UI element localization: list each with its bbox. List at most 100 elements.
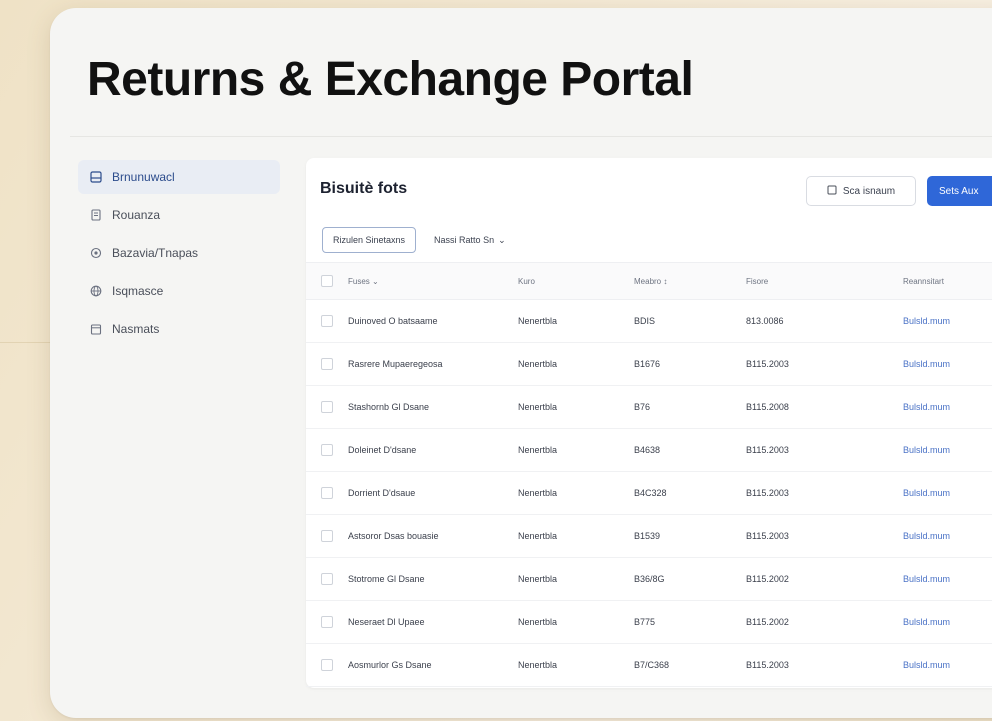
row-checkbox-cell[interactable] [306, 487, 348, 499]
chevron-down-icon: ⌄ [498, 234, 506, 245]
cell-status: Nenertbla [518, 445, 558, 455]
cell-action[interactable]: Bulsld.mum [903, 531, 992, 541]
header-name[interactable]: Fuses ⌄ [348, 277, 518, 286]
header-price[interactable]: Fisore [746, 277, 903, 286]
row-checkbox-cell[interactable] [306, 444, 348, 456]
row-checkbox[interactable] [321, 530, 333, 542]
sidebar-item-label: Isqmasce [112, 284, 164, 298]
row-checkbox-cell[interactable] [306, 358, 348, 370]
row-checkbox[interactable] [321, 616, 333, 628]
primary-button[interactable]: Sets Aux [927, 176, 992, 206]
cell-customer: Astsoror Dsas bouasie [348, 531, 439, 541]
cell-action[interactable]: Bulsld.mum [903, 617, 992, 627]
table-row[interactable]: Aosmurlor Gs Dsane Nenertbla B7/C368 B115.2… [306, 644, 992, 687]
cell-price: B115.2003 [746, 660, 789, 670]
cell-action[interactable]: Bulsld.mum [903, 359, 992, 369]
tab-0[interactable]: Rizulen Sinetaxns [322, 227, 417, 253]
table-row[interactable]: Rasrere Mupaeregeosa Nenertbla B1676 B115.2… [306, 343, 992, 386]
cell-customer: Neseraet Dl Upaee [348, 617, 425, 627]
filter-tabs: Rizulen Sinetaxns Nassi Ratto Sn ⌄ [322, 227, 516, 253]
sidebar-item-2[interactable]: Bazavia/Tnapas [78, 236, 280, 270]
row-checkbox[interactable] [321, 573, 333, 585]
secondary-button-label: Sca isnaum [842, 185, 896, 197]
cell-action[interactable]: Bulsld.mum [903, 402, 992, 412]
cell-status: Nenertbla [518, 359, 558, 369]
table-row[interactable]: Doleinet D'dsane Nenertbla B4638 B115.2003 B… [306, 429, 992, 472]
square-icon [827, 185, 837, 198]
tab-1[interactable]: Nassi Ratto Sn ⌄ [424, 227, 516, 253]
app-window: Returns & Exchange Portal Brnunuwacl Rou… [50, 8, 992, 718]
sidebar-item-3[interactable]: Isqmasce [78, 274, 280, 308]
row-checkbox[interactable] [321, 444, 333, 456]
sidebar-item-1[interactable]: Rouanza [78, 198, 280, 232]
table-row[interactable]: Astsoror Dsas bouasie Nenertbla B1539 B115.… [306, 515, 992, 558]
cell-amount: B4638 [634, 445, 661, 455]
calendar-icon [90, 323, 102, 335]
row-checkbox-cell[interactable] [306, 315, 348, 327]
cell-price: B115.2002 [746, 617, 789, 627]
table-row[interactable]: Dorrient D'dsaue Nenertbla B4C328 B115.2003… [306, 472, 992, 515]
sidebar-item-label: Rouanza [112, 208, 161, 222]
cell-status: Nenertbla [518, 660, 558, 670]
cell-amount: B1539 [634, 531, 661, 541]
cell-action[interactable]: Bulsld.mum [903, 488, 992, 498]
table-row[interactable]: Stashornb Gl Dsane Nenertbla B76 B115.2008 B… [306, 386, 992, 429]
row-checkbox-cell[interactable] [306, 530, 348, 542]
cell-amount: B7/C368 [634, 660, 670, 670]
row-checkbox[interactable] [321, 659, 333, 671]
cell-customer: Doleinet D'dsane [348, 445, 417, 455]
select-all-checkbox[interactable] [321, 275, 333, 287]
cell-action[interactable]: Bulsld.mum [903, 574, 992, 584]
header-action[interactable]: Reannsitart [903, 277, 992, 286]
document-icon [90, 209, 102, 221]
cell-action[interactable]: Bulsld.mum [903, 445, 992, 455]
row-checkbox-cell[interactable] [306, 659, 348, 671]
row-checkbox[interactable] [321, 401, 333, 413]
row-checkbox[interactable] [321, 315, 333, 327]
cell-customer: Aosmurlor Gs Dsane [348, 660, 432, 670]
cell-customer: Stotrome Gl Dsane [348, 574, 425, 584]
secondary-button[interactable]: Sca isnaum [806, 176, 916, 206]
table-row[interactable]: Stotrome Gl Dsane Nenertbla B36/8G B115.200… [306, 558, 992, 601]
row-checkbox-cell[interactable] [306, 573, 348, 585]
panel-title: Bisuitè fots [320, 180, 408, 197]
cell-amount: BDIS [634, 316, 656, 326]
cell-price: B115.2008 [746, 402, 789, 412]
inbox-icon [90, 171, 102, 183]
table-row[interactable]: Duinoved O batsaame Nenertbla BDIS 813.0086… [306, 300, 992, 343]
sidebar-item-0[interactable]: Brnunuwacl [78, 160, 280, 194]
cell-amount: B775 [634, 617, 656, 627]
returns-table: Fuses ⌄ Kuro Meabro ↕ Fisore Reannsitart… [306, 262, 992, 687]
cell-price: B115.2002 [746, 574, 789, 584]
header-amount[interactable]: Meabro ↕ [634, 277, 746, 286]
cell-status: Nenertbla [518, 574, 558, 584]
header-label: Fuses [348, 276, 370, 286]
cell-amount: B76 [634, 402, 651, 412]
cell-price: B115.2003 [746, 359, 789, 369]
sort-icon: ⌄ [372, 276, 379, 286]
row-checkbox-cell[interactable] [306, 616, 348, 628]
cell-amount: B36/8G [634, 574, 665, 584]
cell-amount: B4C328 [634, 488, 667, 498]
cell-status: Nenertbla [518, 531, 558, 541]
header-label: Meabro [634, 276, 662, 286]
cell-status: Nenertbla [518, 617, 558, 627]
sidebar-item-label: Brnunuwacl [112, 170, 175, 184]
sort-icon: ↕ [663, 276, 668, 286]
header-status[interactable]: Kuro [518, 277, 634, 286]
cell-price: B115.2003 [746, 488, 789, 498]
select-all-cell[interactable] [306, 275, 348, 287]
row-checkbox[interactable] [321, 487, 333, 499]
cell-status: Nenertbla [518, 402, 558, 412]
cell-customer: Rasrere Mupaeregeosa [348, 359, 443, 369]
cell-action[interactable]: Bulsld.mum [903, 316, 992, 326]
tab-label: Nassi Ratto Sn [434, 235, 495, 245]
row-checkbox-cell[interactable] [306, 401, 348, 413]
cell-action[interactable]: Bulsld.mum [903, 660, 992, 670]
sidebar-item-4[interactable]: Nasmats [78, 312, 280, 346]
row-checkbox[interactable] [321, 358, 333, 370]
table-body: Duinoved O batsaame Nenertbla BDIS 813.0086… [306, 300, 992, 687]
table-row[interactable]: Neseraet Dl Upaee Nenertbla B775 B115.2002 B… [306, 601, 992, 644]
sidebar-item-label: Bazavia/Tnapas [112, 246, 199, 260]
cell-customer: Stashornb Gl Dsane [348, 402, 430, 412]
